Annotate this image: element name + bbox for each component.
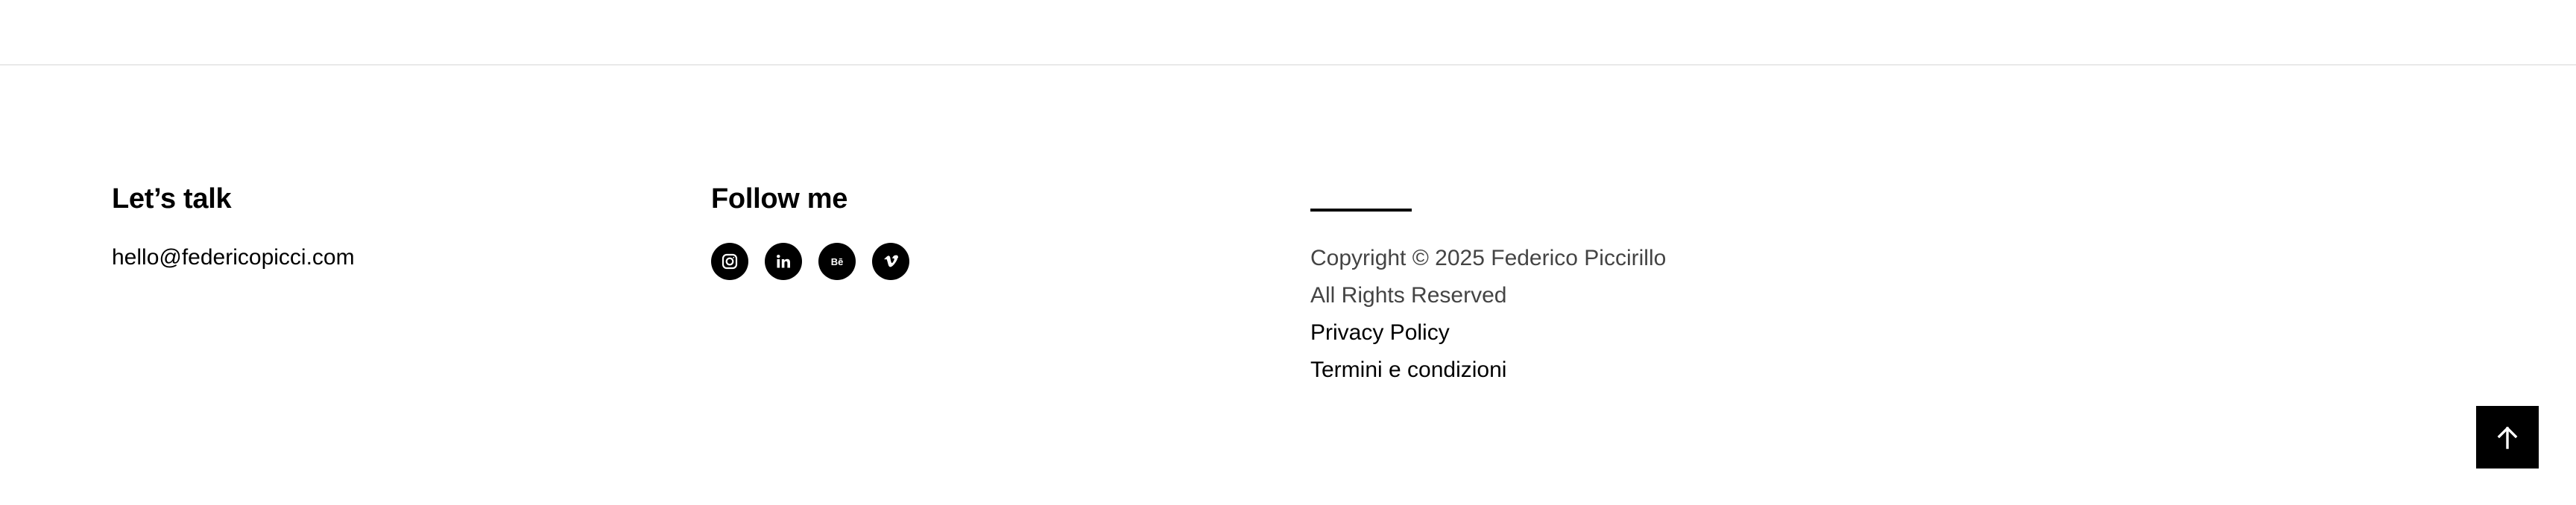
arrow-up-icon (2493, 423, 2522, 451)
linkedin-icon (774, 252, 793, 271)
rights-text: All Rights Reserved (1310, 283, 1507, 308)
contact-section: Let’s talk hello@federicopicci.com (112, 182, 355, 273)
social-heading: Follow me (711, 183, 848, 215)
social-links: Bē (711, 243, 909, 280)
behance-icon: Bē (827, 252, 847, 271)
vimeo-icon (881, 252, 900, 271)
contact-heading: Let’s talk (112, 183, 232, 215)
social-section: Follow me Bē (711, 182, 909, 280)
svg-text:Bē: Bē (831, 256, 844, 267)
back-to-top-button[interactable] (2476, 406, 2539, 469)
copyright-text: Copyright © 2025 Federico Piccirillo (1310, 246, 1667, 270)
instagram-link[interactable] (711, 243, 748, 280)
vimeo-link[interactable] (872, 243, 909, 280)
linkedin-link[interactable] (765, 243, 802, 280)
legal-divider (1310, 209, 1412, 212)
email-link[interactable]: hello@federicopicci.com (112, 243, 355, 273)
instagram-icon (720, 252, 739, 271)
behance-link[interactable]: Bē (818, 243, 856, 280)
top-divider (0, 64, 2576, 66)
privacy-policy-link[interactable]: Privacy Policy (1310, 314, 1666, 352)
legal-section: Copyright © 2025 Federico Piccirillo All… (1310, 182, 1666, 389)
terms-link[interactable]: Termini e condizioni (1310, 352, 1666, 389)
